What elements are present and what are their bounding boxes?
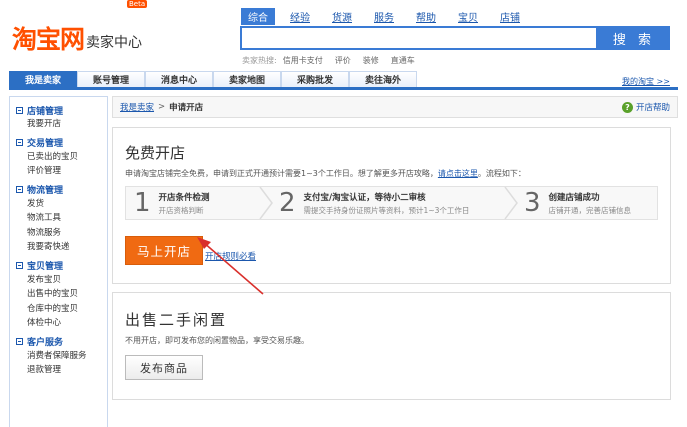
idle-goods-panel: 出售二手闲置 不用开店，即可发布您的闲置物品，享受交易乐趣。 发布商品 — [112, 292, 671, 400]
step-number: 1 — [134, 188, 151, 218]
sidebar-item-logistics-service[interactable]: 物流服务 — [16, 226, 107, 241]
sidebar-item-logistics-tools[interactable]: 物流工具 — [16, 211, 107, 226]
logo-sub-text: 卖家中心 — [86, 35, 143, 51]
hot-searches: 卖家热搜: 信用卡支付 评价 装修 直通车 — [242, 55, 415, 66]
hot-item[interactable]: 直通车 — [391, 55, 415, 66]
sidebar-item-refunds[interactable]: 退款管理 — [16, 363, 107, 378]
annotation-arrow-icon — [197, 237, 264, 295]
step-number: 2 — [279, 188, 296, 218]
sidebar-item-reviews[interactable]: 评价管理 — [16, 164, 107, 179]
sidebar-group-customer[interactable]: 客户服务 — [16, 335, 107, 349]
step-title: 开店条件检测 — [158, 192, 210, 203]
sidebar-item-express[interactable]: 我要寄快递 — [16, 240, 107, 255]
step-desc: 需提交手持身份证照片等资料，预计1~3个工作日 — [303, 205, 470, 215]
collapse-icon — [16, 338, 23, 345]
sidebar-item-publish[interactable]: 发布宝贝 — [16, 273, 107, 288]
sidebar-item-on-sale[interactable]: 出售中的宝贝 — [16, 287, 107, 302]
hot-item[interactable]: 信用卡支付 — [283, 55, 323, 66]
search-tabs: 综合 经验 货源 服务 帮助 宝贝 店铺 — [241, 8, 535, 25]
search-tab-help[interactable]: 帮助 — [409, 8, 443, 25]
nav-seller-map[interactable]: 卖家地图 — [213, 71, 281, 87]
search-tab-service[interactable]: 服务 — [367, 8, 401, 25]
collapse-icon — [16, 262, 23, 269]
guide-link[interactable]: 请点击这里 — [438, 169, 478, 178]
search-button[interactable]: 搜 索 — [598, 26, 670, 50]
breadcrumb: 我是卖家 > 申请开店 ? 开店帮助 — [112, 96, 678, 118]
breadcrumb-current: 申请开店 — [169, 103, 204, 113]
step-title: 支付宝/淘宝认证，等待小二审核 — [303, 192, 426, 203]
open-shop-title: 免费开店 — [125, 144, 186, 162]
nav-wholesale[interactable]: 采购批发 — [281, 71, 349, 87]
breadcrumb-sep: > — [158, 102, 166, 112]
step-3: 3 创建店铺成功 店铺开通，完善店铺信息 — [516, 187, 657, 219]
search-tab-supply[interactable]: 货源 — [325, 8, 359, 25]
sidebar-item-consumer-protection[interactable]: 消费者保障服务 — [16, 349, 107, 364]
shop-help-link[interactable]: ? 开店帮助 — [621, 101, 670, 113]
idle-desc: 不用开店，即可发布您的闲置物品，享受交易乐趣。 — [125, 336, 309, 345]
step-number: 3 — [524, 188, 541, 218]
sidebar-group-trade[interactable]: 交易管理 — [16, 136, 107, 150]
step-desc: 开店资格判断 — [158, 205, 204, 215]
publish-item-button[interactable]: 发布商品 — [125, 355, 203, 380]
collapse-icon — [16, 139, 23, 146]
hot-item[interactable]: 装修 — [363, 55, 379, 66]
nav-account[interactable]: 账号管理 — [77, 71, 145, 87]
step-1: 1 开店条件检测 开店资格判断 — [126, 187, 273, 219]
hot-label: 卖家热搜: — [242, 56, 277, 65]
main-nav: 我是卖家 账号管理 消息中心 卖家地图 采购批发 卖往海外 — [9, 71, 678, 90]
beta-badge: Beta — [127, 0, 148, 8]
step-desc: 店铺开通，完善店铺信息 — [548, 205, 632, 215]
sidebar-item-health-check[interactable]: 体检中心 — [16, 316, 107, 331]
nav-messages[interactable]: 消息中心 — [145, 71, 213, 87]
breadcrumb-root[interactable]: 我是卖家 — [120, 101, 154, 113]
taobao-logo[interactable]: 淘宝网 卖家中心 — [12, 22, 142, 54]
sidebar-item-ship[interactable]: 发货 — [16, 197, 107, 212]
sidebar-group-items[interactable]: 宝贝管理 — [16, 259, 107, 273]
step-2: 2 支付宝/淘宝认证，等待小二审核 需提交手持身份证照片等资料，预计1~3个工作… — [271, 187, 518, 219]
process-steps: 1 开店条件检测 开店资格判断 2 支付宝/淘宝认证，等待小二审核 需提交手持身… — [125, 186, 658, 220]
logo-main-text: 淘宝网 — [12, 25, 85, 54]
sidebar: 店铺管理 我要开店 交易管理 已卖出的宝贝 评价管理 物流管理 发货 物流工具 … — [9, 96, 108, 427]
sidebar-group-logistics[interactable]: 物流管理 — [16, 183, 107, 197]
open-shop-desc: 申请淘宝店铺完全免费，申请到正式开通预计需要1~3个工作日。想了解更多开店攻略，… — [125, 169, 526, 178]
hot-item[interactable]: 评价 — [335, 55, 351, 66]
step-title: 创建店铺成功 — [548, 192, 600, 203]
sidebar-item-open-shop[interactable]: 我要开店 — [16, 117, 107, 132]
sidebar-group-shop[interactable]: 店铺管理 — [16, 103, 107, 117]
nav-seller[interactable]: 我是卖家 — [9, 71, 77, 87]
sidebar-item-sold[interactable]: 已卖出的宝贝 — [16, 150, 107, 165]
search-tab-experience[interactable]: 经验 — [283, 8, 317, 25]
help-icon: ? — [621, 101, 633, 113]
idle-title: 出售二手闲置 — [125, 311, 228, 329]
open-shop-button[interactable]: 马上开店 — [125, 236, 203, 265]
collapse-icon — [16, 106, 23, 114]
search-tab-item[interactable]: 宝贝 — [451, 8, 485, 25]
collapse-icon — [16, 186, 23, 193]
search-tab-shop[interactable]: 店铺 — [493, 8, 527, 25]
sidebar-item-warehouse[interactable]: 仓库中的宝贝 — [16, 302, 107, 317]
my-taobao-link[interactable]: 我的淘宝 >> — [622, 76, 670, 87]
nav-overseas[interactable]: 卖往海外 — [349, 71, 417, 87]
search-tab-all[interactable]: 综合 — [241, 8, 275, 25]
shop-help-label: 开店帮助 — [635, 103, 670, 113]
search-input[interactable] — [240, 26, 598, 50]
